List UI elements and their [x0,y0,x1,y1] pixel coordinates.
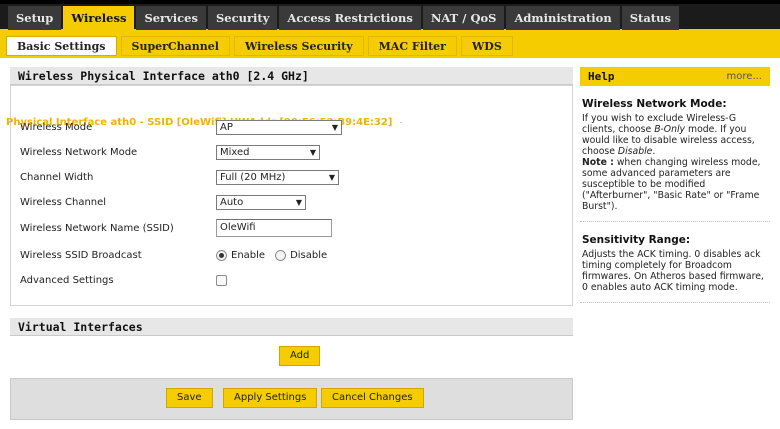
advanced-settings-row: Advanced Settings [20,270,227,290]
sub-tabs: Basic Settings SuperChannel Wireless Sec… [6,36,517,56]
tab-nat-qos[interactable]: NAT / QoS [422,6,505,30]
network-mode-row: Wireless Network Mode Mixed ▼ [20,142,320,162]
help-network-mode-note: Note : when changing wireless mode, some… [582,157,761,212]
wireless-mode-label: Wireless Mode [20,121,93,133]
channel-row: Wireless Channel Auto ▼ [20,192,306,212]
help-divider [580,302,770,303]
channel-width-row: Channel Width Full (20 MHz) ▼ [20,167,339,187]
advanced-settings-label: Advanced Settings [20,274,114,286]
help-panel: Help more... Wireless Network Mode: If y… [580,67,770,407]
apply-settings-button[interactable]: Apply Settings [223,388,318,408]
ssid-row: Wireless Network Name (SSID) OleWifi [20,218,332,238]
advanced-settings-checkbox[interactable] [216,274,227,286]
network-mode-label: Wireless Network Mode [20,146,138,158]
dropdown-arrow-icon: ▼ [328,172,335,182]
disable-radio-label: Disable [290,249,328,261]
tab-access-restrictions[interactable]: Access Restrictions [279,6,421,30]
help-divider [580,221,770,222]
dropdown-arrow-icon: ▼ [309,147,316,157]
wireless-mode-select[interactable]: AP ▼ [216,119,342,135]
subtab-superchannel[interactable]: SuperChannel [120,36,230,56]
tab-setup[interactable]: Setup [8,6,62,30]
network-mode-value: Mixed [220,146,250,158]
tab-wireless[interactable]: Wireless [63,6,135,33]
ssid-label: Wireless Network Name (SSID) [20,222,174,234]
channel-width-value: Full (20 MHz) [220,171,286,183]
add-button[interactable]: Add [279,346,321,366]
network-mode-select[interactable]: Mixed ▼ [216,144,320,160]
ssid-broadcast-label: Wireless SSID Broadcast [20,249,142,261]
help-sensitivity-heading: Sensitivity Range: [582,234,691,246]
disable-radio[interactable] [275,249,287,261]
sub-navigation: Basic Settings SuperChannel Wireless Sec… [0,32,780,58]
enable-radio[interactable] [216,249,227,261]
top-tabs: Setup Wireless Services Security Access … [8,6,681,33]
subtab-wireless-security[interactable]: Wireless Security [233,36,364,56]
tab-status[interactable]: Status [621,6,679,30]
subtab-wds[interactable]: WDS [460,36,513,56]
tab-administration[interactable]: Administration [506,6,620,30]
main-panel: Wireless Physical Interface ath0 [2.4 GH… [6,67,573,420]
help-network-mode-text: If you wish to exclude Wireless-G client… [582,113,755,157]
enable-radio-label: Enable [231,249,266,261]
virtual-interfaces-heading: Virtual Interfaces [10,318,573,336]
tab-security[interactable]: Security [207,6,278,30]
channel-value: Auto [220,196,244,208]
top-navigation: Setup Wireless Services Security Access … [0,0,780,33]
cancel-changes-button[interactable]: Cancel Changes [321,388,424,408]
subtab-basic-settings[interactable]: Basic Settings [6,36,117,56]
subtab-mac-filter[interactable]: MAC Filter [367,36,457,56]
help-more-link[interactable]: more... [727,71,762,82]
legend-divider [400,121,402,123]
ssid-input[interactable]: OleWifi [216,219,332,237]
channel-width-label: Channel Width [20,171,94,183]
tab-services[interactable]: Services [136,6,206,30]
ssid-broadcast-row: Wireless SSID Broadcast Enable Disable [20,245,337,265]
help-header: Help more... [580,67,770,86]
help-sensitivity-text: Adjusts the ACK timing. 0 disables ack t… [582,249,764,293]
save-button[interactable]: Save [166,388,213,408]
dropdown-arrow-icon: ▼ [331,122,338,132]
channel-label: Wireless Channel [20,196,107,208]
wireless-mode-row: Wireless Mode AP ▼ [20,117,342,137]
channel-width-select[interactable]: Full (20 MHz) ▼ [216,169,339,185]
help-title: Help [588,70,615,83]
dropdown-arrow-icon: ▼ [295,197,302,207]
channel-select[interactable]: Auto ▼ [216,194,306,210]
help-network-mode-heading: Wireless Network Mode: [582,98,727,110]
physical-interface-heading: Wireless Physical Interface ath0 [2.4 GH… [10,67,573,85]
wireless-mode-value: AP [220,121,233,133]
